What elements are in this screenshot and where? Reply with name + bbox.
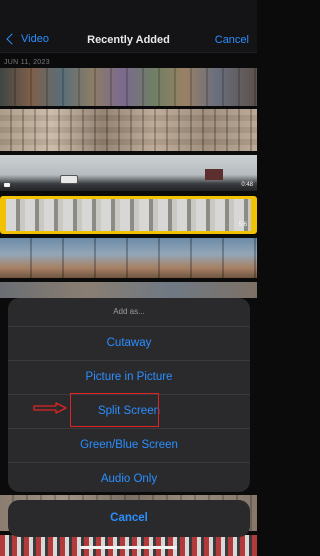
arrow-right-icon bbox=[33, 402, 67, 414]
clip-duration: 0:48 bbox=[241, 182, 253, 188]
cutaway-option[interactable]: Cutaway bbox=[8, 327, 250, 361]
highlight-box bbox=[70, 393, 159, 427]
date-header: JUN 11, 2023 bbox=[4, 59, 50, 66]
camera-icon bbox=[4, 183, 10, 187]
action-sheet-header: Add as... bbox=[8, 298, 250, 327]
clip-row[interactable] bbox=[0, 282, 257, 298]
clip-duration: 5:6 bbox=[238, 222, 247, 228]
picture-in-picture-option[interactable]: Picture in Picture bbox=[8, 361, 250, 395]
clip-row[interactable]: 0:48 bbox=[0, 155, 257, 191]
home-indicator bbox=[80, 546, 177, 549]
nav-cancel-button[interactable]: Cancel bbox=[215, 34, 249, 46]
clip-row[interactable] bbox=[0, 238, 257, 278]
clip-thumbnail-detail bbox=[60, 175, 78, 184]
clip-row[interactable] bbox=[0, 68, 257, 106]
cancel-button[interactable]: Cancel bbox=[8, 500, 250, 537]
screen: Video Recently Added Cancel JUN 11, 2023… bbox=[0, 0, 257, 556]
green-blue-screen-option[interactable]: Green/Blue Screen bbox=[8, 429, 250, 463]
navigation-bar: Video Recently Added Cancel bbox=[0, 0, 257, 53]
selected-clip-row[interactable]: 5:6 bbox=[0, 196, 257, 234]
clip-row[interactable] bbox=[0, 109, 257, 151]
clip-thumbnail-detail bbox=[205, 169, 223, 180]
audio-only-option[interactable]: Audio Only bbox=[8, 463, 250, 492]
